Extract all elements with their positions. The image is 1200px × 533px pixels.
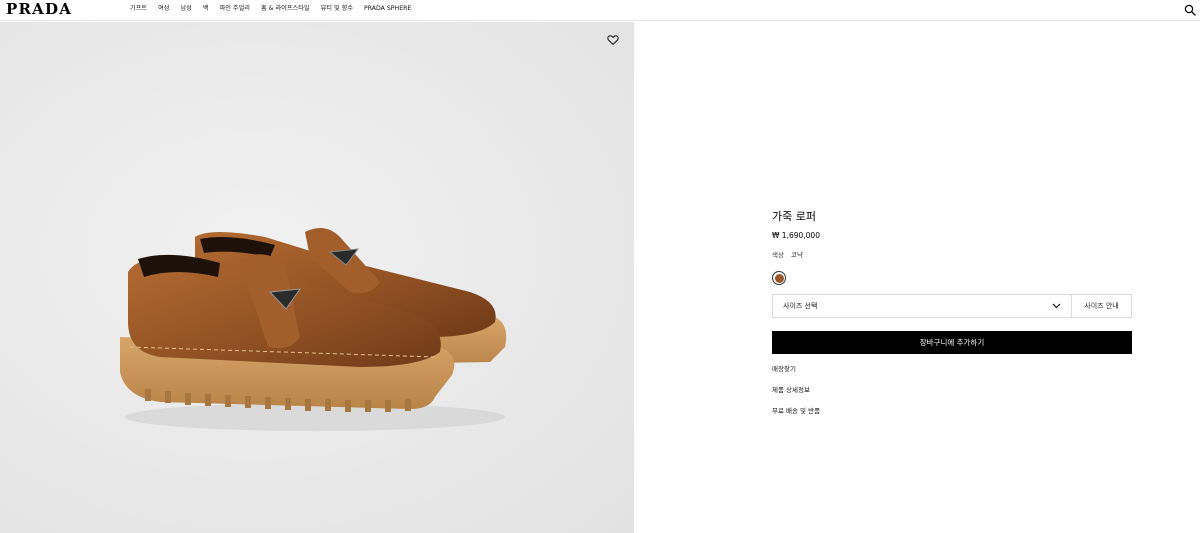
info-links: 매장찾기 제품 상세정보 무료 배송 및 반품	[772, 365, 1132, 416]
search-icon[interactable]	[1184, 4, 1196, 16]
product-details-link[interactable]: 제품 상세정보	[772, 386, 1132, 395]
product-photo-loafers	[120, 228, 507, 431]
size-select-label: 사이즈 선택	[783, 302, 818, 310]
site-header: PRADA 기프트 여성 남성 백 파인 주얼리 홈 & 라이프스타일 뷰티 및…	[0, 0, 1200, 21]
product-title: 가죽 로퍼	[772, 210, 816, 223]
prada-logo[interactable]: PRADA	[6, 1, 72, 17]
nav-item-beauty-fragrance[interactable]: 뷰티 및 향수	[321, 5, 353, 13]
nav-item-bags[interactable]: 백	[203, 5, 209, 13]
nav-item-home-lifestyle[interactable]: 홈 & 라이프스타일	[261, 5, 310, 13]
chevron-down-icon	[1052, 303, 1061, 309]
add-to-cart-button[interactable]: 장바구니에 추가하기	[772, 331, 1132, 354]
product-image-panel	[0, 22, 634, 533]
product-price: ₩ 1,690,000	[772, 231, 820, 240]
color-info: 색상 코냑	[772, 251, 1132, 260]
size-row: 사이즈 선택 사이즈 안내	[772, 294, 1132, 318]
nav-item-women[interactable]: 여성	[158, 5, 169, 13]
swatch-fill	[774, 273, 784, 283]
main-nav: 기프트 여성 남성 백 파인 주얼리 홈 & 라이프스타일 뷰티 및 향수 PR…	[130, 5, 411, 13]
color-value: 코냑	[791, 251, 804, 259]
nav-item-gifts[interactable]: 기프트	[130, 5, 147, 13]
size-select-dropdown[interactable]: 사이즈 선택	[773, 295, 1072, 317]
product-details: 가죽 로퍼 ₩ 1,690,000 색상 코냑 사이즈 선택 사이즈 안내 장바…	[772, 210, 1132, 428]
color-label: 색상	[772, 251, 784, 259]
nav-item-fine-jewelry[interactable]: 파인 주얼리	[220, 5, 250, 13]
nav-item-men[interactable]: 남성	[180, 5, 191, 13]
nav-item-prada-sphere[interactable]: PRADA SPHERE	[364, 5, 411, 13]
store-locator-link[interactable]: 매장찾기	[772, 365, 1132, 374]
color-swatch-cognac[interactable]	[772, 271, 786, 285]
shipping-returns-link[interactable]: 무료 배송 및 반품	[772, 407, 1132, 416]
heart-icon[interactable]	[607, 34, 619, 46]
size-guide-button[interactable]: 사이즈 안내	[1072, 295, 1131, 317]
